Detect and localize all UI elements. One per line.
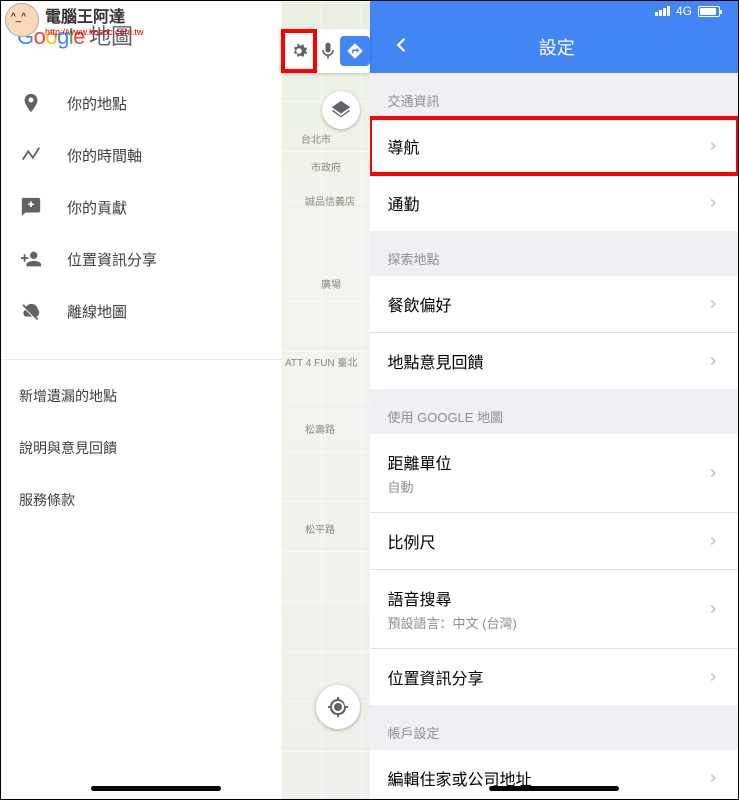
timeline-icon bbox=[19, 143, 43, 167]
settings-row-voice-search[interactable]: 語音搜尋預設語言：中文 (台灣) bbox=[370, 570, 739, 649]
cell-title: 餐飲偏好 bbox=[388, 292, 707, 316]
map-label: 松平路 bbox=[305, 521, 335, 536]
cell-title: 導航 bbox=[388, 134, 707, 158]
cell-subtitle: 預設語言：中文 (台灣) bbox=[388, 613, 707, 632]
menu-item-terms[interactable]: 服務條款 bbox=[1, 474, 281, 526]
menu-item-add-missing[interactable]: 新增遺漏的地點 bbox=[1, 370, 281, 422]
layers-button[interactable] bbox=[322, 91, 360, 129]
map-label: 松壽路 bbox=[305, 421, 335, 436]
cell-title: 語音搜尋 bbox=[388, 586, 707, 610]
menu-label: 位置資訊分享 bbox=[67, 249, 157, 270]
chevron-right-icon bbox=[706, 534, 720, 548]
drawer-header: Google地圖 bbox=[1, 1, 281, 65]
section-header: 探索地點 bbox=[370, 231, 739, 276]
section-header: 交通資訊 bbox=[370, 73, 739, 118]
nav-drawer: Google地圖 你的地點你的時間軸你的貢獻位置資訊分享離線地圖 新增遺漏的地點… bbox=[1, 1, 281, 799]
cell-subtitle: 自動 bbox=[388, 477, 707, 496]
voice-search-button[interactable] bbox=[317, 29, 341, 73]
section-header: 帳戶設定 bbox=[370, 705, 739, 750]
map-label: 台北市 bbox=[301, 131, 331, 146]
map-label: 廣場 bbox=[321, 276, 341, 291]
chevron-right-icon bbox=[706, 196, 720, 210]
pin-icon bbox=[19, 91, 43, 115]
cell-title: 通勤 bbox=[388, 191, 707, 215]
gear-icon bbox=[288, 40, 310, 62]
menu-label: 你的地點 bbox=[67, 93, 127, 114]
home-indicator bbox=[91, 786, 221, 791]
back-button[interactable] bbox=[382, 26, 420, 69]
network-label: 4G bbox=[676, 4, 692, 18]
settings-row-scale[interactable]: 比例尺 bbox=[370, 513, 739, 570]
cell-title: 距離單位 bbox=[388, 450, 707, 474]
settings-row-edit-addr[interactable]: 編輯住家或公司地址 bbox=[370, 750, 739, 799]
signal-icon bbox=[655, 6, 670, 16]
menu-label: 離線地圖 bbox=[67, 301, 127, 322]
chevron-left-icon bbox=[390, 34, 412, 56]
nav-header: 設定 bbox=[370, 21, 739, 73]
chevron-right-icon bbox=[706, 297, 720, 311]
map-label: 誠品信義店 bbox=[305, 193, 355, 208]
status-bar: 4G bbox=[370, 1, 739, 21]
chevron-right-icon bbox=[706, 670, 720, 684]
battery-icon bbox=[698, 6, 720, 17]
divider bbox=[1, 359, 281, 360]
cell-title: 位置資訊分享 bbox=[388, 665, 707, 689]
directions-icon bbox=[346, 42, 364, 60]
map-label: ATT 4 FUN 臺北 bbox=[285, 354, 357, 369]
chevron-right-icon bbox=[706, 354, 720, 368]
menu-item-offline-maps[interactable]: 離線地圖 bbox=[1, 285, 281, 337]
section-header: 使用 GOOGLE 地圖 bbox=[370, 389, 739, 434]
page-title: 設定 bbox=[420, 34, 695, 60]
settings-row-navigation[interactable]: 導航 bbox=[370, 118, 739, 175]
menu-item-location-sharing[interactable]: 位置資訊分享 bbox=[1, 233, 281, 285]
chevron-right-icon bbox=[706, 139, 720, 153]
cell-title: 比例尺 bbox=[388, 529, 707, 553]
home-indicator bbox=[489, 786, 619, 791]
menu-item-your-places[interactable]: 你的地點 bbox=[1, 77, 281, 129]
menu-label: 你的時間軸 bbox=[67, 145, 142, 166]
menu-label: 你的貢獻 bbox=[67, 197, 127, 218]
menu-item-contributions[interactable]: 你的貢獻 bbox=[1, 181, 281, 233]
chevron-right-icon bbox=[706, 466, 720, 480]
cell-title: 地點意見回饋 bbox=[388, 349, 707, 373]
crosshair-icon bbox=[326, 695, 350, 719]
layers-icon bbox=[330, 99, 352, 121]
person-add-icon bbox=[19, 247, 43, 271]
mic-icon bbox=[318, 41, 338, 61]
settings-row-loc-sharing[interactable]: 位置資訊分享 bbox=[370, 649, 739, 705]
settings-row-dining-pref[interactable]: 餐飲偏好 bbox=[370, 276, 739, 333]
app-name: 地圖 bbox=[89, 24, 133, 49]
google-logo: Google bbox=[17, 24, 85, 49]
map-label: 市政府 bbox=[311, 159, 341, 174]
settings-row-commute[interactable]: 通勤 bbox=[370, 175, 739, 231]
settings-row-distance-unit[interactable]: 距離單位自動 bbox=[370, 434, 739, 513]
menu-item-help-feedback[interactable]: 說明與意見回饋 bbox=[1, 422, 281, 474]
chevron-right-icon bbox=[706, 602, 720, 616]
settings-row-place-feedback[interactable]: 地點意見回饋 bbox=[370, 333, 739, 389]
directions-button[interactable] bbox=[340, 29, 370, 73]
locate-button[interactable] bbox=[316, 685, 360, 729]
menu-item-timeline[interactable]: 你的時間軸 bbox=[1, 129, 281, 181]
cloud-off-icon bbox=[19, 299, 43, 323]
chevron-right-icon bbox=[706, 771, 720, 785]
chat-add-icon bbox=[19, 195, 43, 219]
settings-button[interactable] bbox=[281, 29, 317, 73]
